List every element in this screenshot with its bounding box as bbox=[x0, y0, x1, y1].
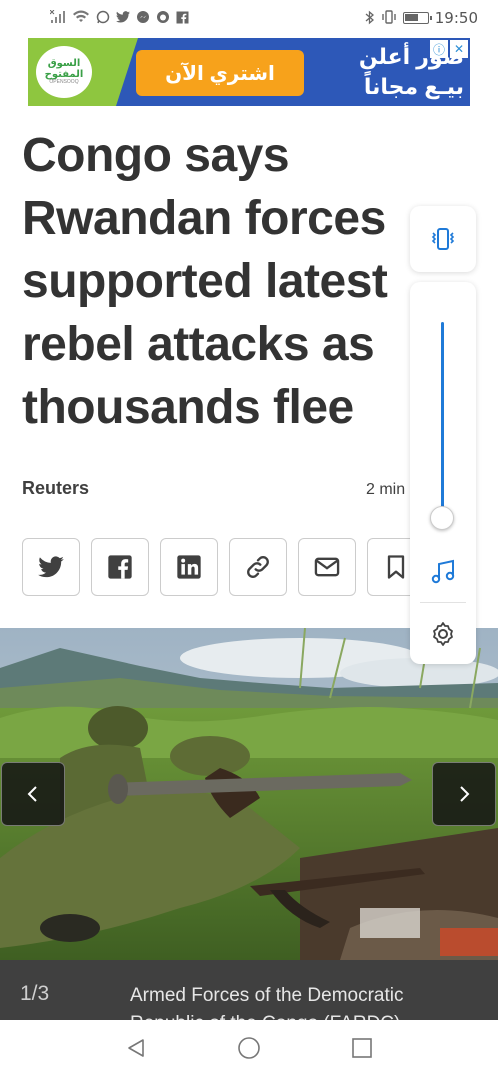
vibrate-icon bbox=[381, 10, 397, 26]
volume-slider-knob[interactable] bbox=[430, 505, 454, 530]
share-linkedin-button[interactable] bbox=[160, 538, 218, 596]
article-byline[interactable]: Reuters bbox=[22, 478, 89, 499]
gallery-caption: Armed Forces of the Democratic Republic … bbox=[130, 985, 404, 1020]
battery-icon bbox=[402, 12, 432, 24]
bluetooth-icon bbox=[365, 10, 375, 27]
status-right: 19:50 bbox=[365, 9, 478, 27]
chevron-right-icon bbox=[460, 786, 470, 802]
music-volume-button[interactable] bbox=[429, 558, 457, 591]
sound-settings-button[interactable] bbox=[429, 620, 457, 653]
twitter-icon bbox=[116, 11, 130, 25]
ad-info-icon[interactable]: ⓘ bbox=[430, 40, 448, 58]
system-nav-bar bbox=[0, 1020, 498, 1080]
gallery-caption-bar: 1/3 Armed Forces of the Democratic Repub… bbox=[0, 960, 498, 1020]
linkedin-icon bbox=[177, 555, 201, 579]
screen: 19:50 السوق المفتوح OPENSOOQ اشتري الآن … bbox=[0, 0, 498, 1080]
sim-icon bbox=[49, 9, 66, 26]
share-facebook-button[interactable] bbox=[91, 538, 149, 596]
gallery-prev-button[interactable] bbox=[1, 762, 65, 826]
ad-cta-button[interactable]: اشتري الآن bbox=[136, 50, 304, 96]
ad-banner[interactable]: السوق المفتوح OPENSOOQ اشتري الآن صور أع… bbox=[28, 38, 470, 106]
battery-level bbox=[404, 14, 418, 21]
ad-logo-text: السوق المفتوح bbox=[44, 58, 84, 81]
facebook-icon bbox=[176, 11, 189, 26]
article-photo bbox=[0, 628, 498, 960]
back-icon bbox=[128, 1038, 144, 1057]
article-headline: Congo says Rwandan forces supported late… bbox=[22, 129, 388, 434]
ad-logo-subtext: OPENSOOQ bbox=[49, 79, 79, 86]
volume-slider-track[interactable] bbox=[441, 322, 444, 528]
gallery-counter: 1/3 bbox=[20, 982, 50, 1005]
ad-logo: السوق المفتوح OPENSOOQ bbox=[36, 46, 92, 98]
volume-panel bbox=[410, 282, 476, 664]
home-icon bbox=[238, 1036, 260, 1059]
gear-icon bbox=[433, 622, 453, 646]
reddit-icon bbox=[156, 10, 170, 26]
music-note-icon bbox=[431, 559, 455, 584]
share-row bbox=[22, 538, 425, 596]
share-twitter-button[interactable] bbox=[22, 538, 80, 596]
share-email-button[interactable] bbox=[298, 538, 356, 596]
bookmark-icon bbox=[387, 555, 405, 579]
status-left bbox=[49, 9, 189, 26]
recents-icon bbox=[352, 1037, 372, 1058]
facebook-icon bbox=[108, 555, 132, 579]
recents-button[interactable] bbox=[351, 1037, 373, 1064]
ad-controls: ⓘ ✕ bbox=[430, 40, 468, 58]
ad-close-icon[interactable]: ✕ bbox=[450, 40, 468, 58]
clock: 19:50 bbox=[434, 9, 478, 27]
chevron-left-icon bbox=[27, 786, 37, 802]
home-button[interactable] bbox=[237, 1036, 261, 1065]
vibrate-toggle-button[interactable] bbox=[410, 206, 476, 272]
back-button[interactable] bbox=[125, 1037, 147, 1064]
gallery-next-button[interactable] bbox=[432, 762, 496, 826]
soldiers-photo bbox=[0, 628, 498, 960]
wifi-icon bbox=[72, 10, 90, 26]
volume-panel-divider bbox=[420, 602, 466, 603]
ad-headline-line2: بيـع مجاناً bbox=[363, 74, 464, 99]
messenger-icon bbox=[136, 10, 150, 26]
status-bar: 19:50 bbox=[0, 0, 498, 36]
link-icon bbox=[247, 556, 269, 578]
email-icon bbox=[314, 557, 340, 577]
read-time: 2 min bbox=[366, 481, 406, 498]
twitter-icon bbox=[38, 556, 64, 578]
whatsapp-icon bbox=[96, 10, 110, 26]
copy-link-button[interactable] bbox=[229, 538, 287, 596]
vibrate-icon bbox=[431, 228, 455, 250]
